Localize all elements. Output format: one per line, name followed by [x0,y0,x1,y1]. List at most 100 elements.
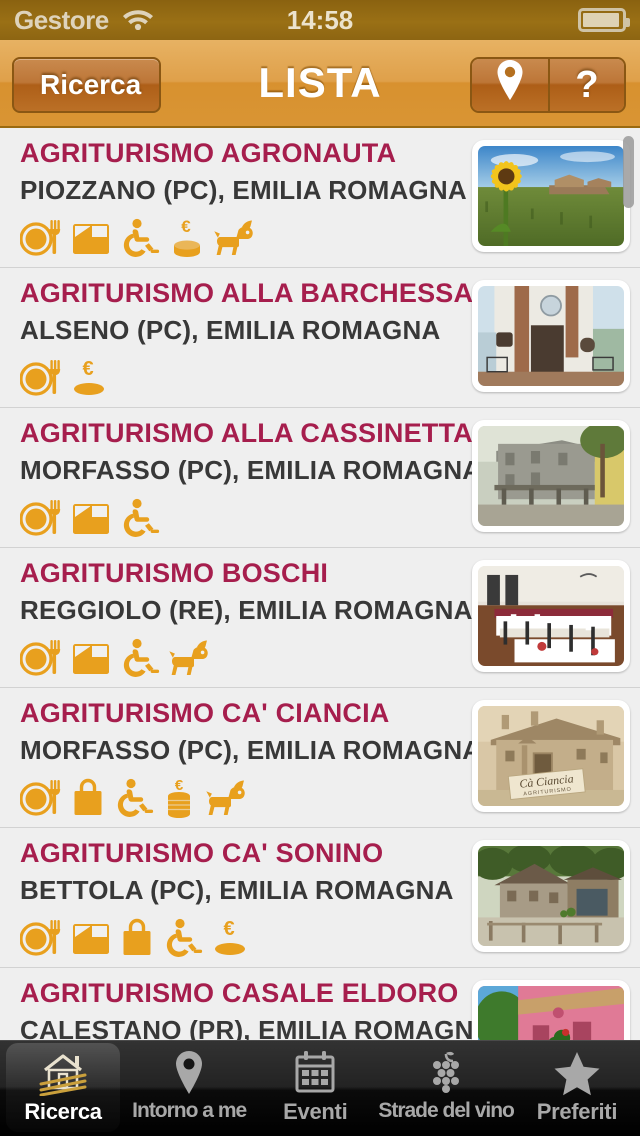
restaurant-icon [20,778,62,818]
tab-eventi[interactable]: Eventi [252,1041,378,1136]
tab-label: Ricerca [24,1099,102,1124]
pet-friendly-icon [214,218,260,258]
tab-preferiti[interactable]: Preferiti [514,1041,640,1136]
sepia-stone-villa-photo: Cà Ciancia AGRITURISMO [478,706,624,806]
list-item-location: PIOZZANO (PC), EMILIA ROMAGNA [20,175,467,205]
tab-strade-del-vino[interactable]: Strade del vino [378,1041,515,1136]
pink-house-photo [478,986,624,1040]
map-button[interactable] [472,59,548,111]
bed-icon [71,918,111,958]
tab-label: Eventi [283,1099,348,1124]
wheelchair-icon [114,778,154,818]
tab-label: Strade del vino [378,1099,515,1122]
wheelchair-icon [163,918,203,958]
list-item-text: AGRITURISMO ALLA BARCHESSA ALSENO (PC), … [20,278,474,398]
list-item-thumbnail[interactable] [472,280,630,392]
list-item-text: AGRITURISMO CASALE ELDORO CALESTANO (PR)… [20,978,493,1040]
scroll-indicator[interactable] [623,136,634,208]
list-item-title: AGRITURISMO CA' CIANCIA [20,698,390,728]
list-item[interactable]: AGRITURISMO CASALE ELDORO CALESTANO (PR)… [0,968,640,1040]
amenity-icons: € [20,918,450,958]
list-item-text: AGRITURISMO BOSCHI REGGIOLO (RE), EMILIA… [20,558,473,678]
list-item-thumbnail[interactable] [472,980,630,1040]
bed-icon [71,498,111,538]
euro-coin-icon: € [71,358,107,398]
list-item[interactable]: AGRITURISMO AGRONAUTA PIOZZANO (PC), EMI… [0,128,640,268]
navbar-segmented-control: ? [470,57,626,113]
euro-coins-icon: € [169,218,205,258]
amenity-icons: € [20,778,450,818]
tab-intorno-a-me[interactable]: Intorno a me [126,1041,252,1136]
euro-coins-tall-icon: € [163,778,197,818]
question-mark-icon: ? [575,63,599,106]
white-farmhouse-photo [478,286,624,386]
list-item-text: AGRITURISMO CA' CIANCIA MORFASSO (PC), E… [20,698,482,818]
dining-hall-photo [478,566,624,666]
list-item-location: ALSENO (PC), EMILIA ROMAGNA [20,315,441,345]
restaurant-icon [20,498,62,538]
shop-bag-icon [120,918,154,958]
list-item-location: REGGIOLO (RE), EMILIA ROMAGNA [20,595,473,625]
amenity-icons [20,638,450,678]
tab-ricerca[interactable]: Ricerca [0,1041,126,1136]
svg-text:€: € [175,778,184,794]
restaurant-icon [20,358,62,398]
navigation-bar: Ricerca LISTA ? [0,40,640,128]
list-item-location: MORFASSO (PC), EMILIA ROMAGNA [20,455,482,485]
app-screen: Gestore 14:58 Ricerca LISTA ? AGRITURISM… [0,0,640,1136]
list-item-thumbnail[interactable]: Cà Ciancia AGRITURISMO [472,700,630,812]
restaurant-icon [20,918,62,958]
stone-house-photo [478,426,624,526]
status-right [578,8,630,32]
amenity-icons [20,498,450,538]
list-item[interactable]: AGRITURISMO BOSCHI REGGIOLO (RE), EMILIA… [0,548,640,688]
map-pin-icon [495,59,525,111]
list-item-text: AGRITURISMO CA' SONINO BETTOLA (PC), EMI… [20,838,454,958]
mountain-stone-house-photo [478,846,624,946]
agriturismo-list[interactable]: AGRITURISMO AGRONAUTA PIOZZANO (PC), EMI… [0,128,640,1040]
list-item-thumbnail[interactable] [472,140,630,252]
list-item-location: BETTOLA (PC), EMILIA ROMAGNA [20,875,454,905]
svg-text:€: € [223,918,234,940]
list-item[interactable]: AGRITURISMO ALLA BARCHESSA ALSENO (PC), … [0,268,640,408]
help-button[interactable]: ? [548,59,624,111]
tab-bar: Ricerca Intorno a me Eventi Strade del v… [0,1040,640,1136]
amenity-icons: € [20,358,450,398]
list-item-thumbnail[interactable] [472,560,630,672]
tab-label: Preferiti [536,1099,618,1124]
list-item-thumbnail[interactable] [472,840,630,952]
list-item[interactable]: AGRITURISMO CA' CIANCIA MORFASSO (PC), E… [0,688,640,828]
svg-text:€: € [181,218,191,236]
list-item-location: CALESTANO (PR), EMILIA ROMAGNA [20,1015,493,1040]
list-item-title: AGRITURISMO BOSCHI [20,558,329,588]
euro-coin-icon: € [212,918,248,958]
pet-friendly-icon [206,778,252,818]
wheelchair-icon [120,638,160,678]
calendar-icon [293,1049,337,1097]
list-item[interactable]: AGRITURISMO CA' SONINO BETTOLA (PC), EMI… [0,828,640,968]
star-icon [553,1049,601,1097]
wifi-icon [121,6,155,35]
list-item[interactable]: AGRITURISMO ALLA CASSINETTA MORFASSO (PC… [0,408,640,548]
farmhouse-icon [37,1049,89,1097]
pet-friendly-icon [169,638,215,678]
list-item-thumbnail[interactable] [472,420,630,532]
tab-label: Intorno a me [132,1099,247,1122]
battery-icon [578,8,630,32]
list-item-title: AGRITURISMO ALLA CASSINETTA [20,418,473,448]
list-item-text: AGRITURISMO ALLA CASSINETTA MORFASSO (PC… [20,418,482,538]
list-item-title: AGRITURISMO ALLA BARCHESSA [20,278,474,308]
sunflower-vineyard-photo [478,146,624,246]
list-item-location: MORFASSO (PC), EMILIA ROMAGNA [20,735,482,765]
list-item-text: AGRITURISMO AGRONAUTA PIOZZANO (PC), EMI… [20,138,467,258]
shop-bag-icon [71,778,105,818]
bed-icon [71,218,111,258]
bed-icon [71,638,111,678]
carrier-label: Gestore [14,4,109,35]
wheelchair-icon [120,498,160,538]
list-item-title: AGRITURISMO AGRONAUTA [20,138,397,168]
list-item-title: AGRITURISMO CA' SONINO [20,838,384,868]
restaurant-icon [20,638,62,678]
list-item-title: AGRITURISMO CASALE ELDORO [20,978,459,1008]
amenity-icons: € [20,218,450,258]
